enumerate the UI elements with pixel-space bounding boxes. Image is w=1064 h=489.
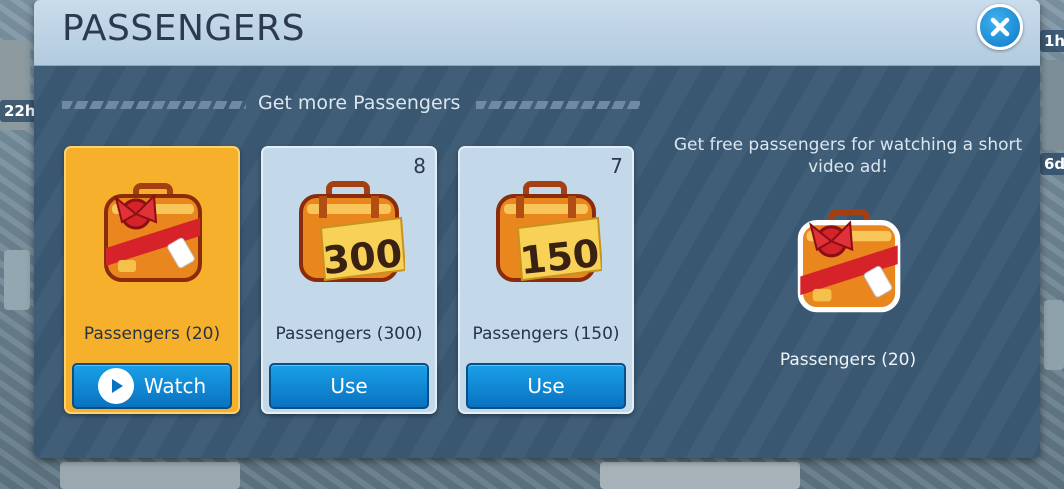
section-title: Get more Passengers [258,92,461,114]
close-button[interactable] [977,4,1023,50]
offer-detail-label: Passengers (20) [779,350,917,370]
suitcase-150-icon: 150 [496,181,602,283]
offer-description: Get free passengers for watching a short… [673,135,1023,177]
use-button[interactable]: Use [466,363,626,409]
dialog-body: Get more Passengers Passengers (20) Watc… [34,66,1040,458]
decorative-stripe [476,101,640,109]
item-count: 8 [413,154,426,178]
dialog-title: PASSENGERS [62,8,305,49]
offer-detail-panel: Get free passengers for watching a short… [670,134,1026,434]
use-button[interactable]: Use [269,363,429,409]
close-icon [990,17,1010,37]
suitcase-300-icon: 300 [299,181,405,283]
timer-tag: 6d [1040,153,1064,175]
offer-label: Passengers (150) [472,324,620,344]
watch-button-label: Watch [143,374,207,398]
gift-suitcase-icon [797,209,901,313]
passengers-dialog: PASSENGERS Get more Passengers Passenger… [34,0,1040,458]
dialog-header: PASSENGERS [34,0,1040,66]
offer-label: Passengers (300) [275,324,423,344]
watch-button[interactable]: Watch [72,363,232,409]
item-count: 7 [610,154,623,178]
play-icon [97,368,134,404]
offer-card-150[interactable]: 7 150 Passengers (150) Use [458,146,634,414]
timer-tag: 1h [1040,30,1064,52]
section-header: Get more Passengers [34,92,644,116]
offer-card-300[interactable]: 8 300 Passengers (300) Use [261,146,437,414]
svg-text:300: 300 [321,231,404,283]
svg-text:150: 150 [518,231,601,283]
offer-label: Passengers (20) [83,324,221,344]
offer-card-watch[interactable]: Passengers (20) Watch [64,146,240,414]
gift-suitcase-icon [104,183,202,282]
decorative-stripe [62,101,246,109]
